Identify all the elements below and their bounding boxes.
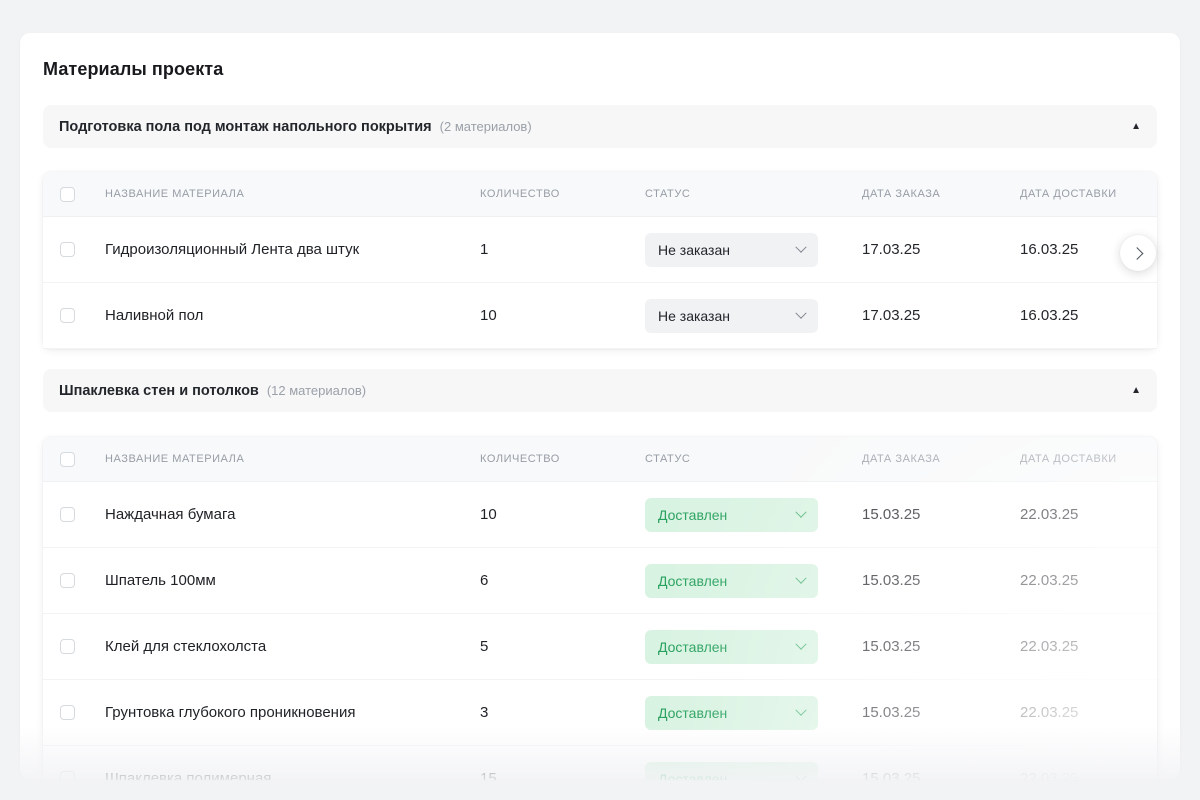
section-count: (2 материалов) (440, 119, 532, 134)
chevron-down-icon (795, 241, 806, 252)
status-select[interactable]: Доставлен (645, 696, 818, 730)
status-value: Не заказан (658, 308, 730, 324)
chevron-down-icon (795, 506, 806, 517)
section-header-wall-putty[interactable]: Шпаклевка стен и потолков (12 материалов… (43, 369, 1157, 412)
table-row: Клей для стеклохолста 5 Доставлен 15.03.… (43, 614, 1157, 680)
table-row: Наждачная бумага 10 Доставлен 15.03.25 2… (43, 482, 1157, 548)
column-header-delivery-date: ДАТА ДОСТАВКИ (1020, 188, 1157, 200)
chevron-down-icon (795, 572, 806, 583)
section-title: Шпаклевка стен и потолков (59, 383, 259, 399)
column-header-name: НАЗВАНИЕ МАТЕРИАЛА (105, 188, 480, 200)
row-checkbox[interactable] (60, 771, 75, 780)
chevron-down-icon (795, 638, 806, 649)
material-name: Шпаклевка полимерная (105, 770, 480, 780)
table-header-row: НАЗВАНИЕ МАТЕРИАЛА КОЛИЧЕСТВО СТАТУС ДАТ… (43, 437, 1157, 482)
delivery-date: 22.03.25 (1020, 572, 1157, 589)
material-quantity: 10 (480, 506, 645, 523)
material-quantity: 15 (480, 770, 645, 780)
chevron-down-icon (795, 770, 806, 780)
material-name: Шпатель 100мм (105, 572, 480, 589)
delivery-date: 22.03.25 (1020, 770, 1157, 780)
row-checkbox[interactable] (60, 507, 75, 522)
order-date: 15.03.25 (862, 506, 1020, 523)
row-checkbox[interactable] (60, 242, 75, 257)
table-row: Шпаклевка полимерная 15 Доставлен 15.03.… (43, 746, 1157, 780)
column-header-order-date: ДАТА ЗАКАЗА (862, 453, 1020, 465)
material-name: Клей для стеклохолста (105, 638, 480, 655)
page-title: Материалы проекта (43, 59, 1157, 80)
column-header-delivery-date: ДАТА ДОСТАВКИ (1020, 453, 1157, 465)
status-select[interactable]: Доставлен (645, 498, 818, 532)
chevron-down-icon (795, 307, 806, 318)
materials-table-floor-prep: НАЗВАНИЕ МАТЕРИАЛА КОЛИЧЕСТВО СТАТУС ДАТ… (43, 172, 1157, 349)
table-row: Грунтовка глубокого проникновения 3 Дост… (43, 680, 1157, 746)
material-quantity: 10 (480, 307, 645, 324)
row-checkbox[interactable] (60, 705, 75, 720)
material-name: Наждачная бумага (105, 506, 480, 523)
material-name: Гидроизоляционный Лента два штук (105, 241, 480, 258)
status-value: Доставлен (658, 639, 727, 655)
material-quantity: 1 (480, 241, 645, 258)
section-header-floor-prep[interactable]: Подготовка пола под монтаж напольного по… (43, 105, 1157, 148)
delivery-date: 22.03.25 (1020, 704, 1157, 721)
select-all-checkbox[interactable] (60, 452, 75, 467)
chevron-down-icon (795, 704, 806, 715)
row-checkbox[interactable] (60, 573, 75, 588)
order-date: 15.03.25 (862, 572, 1020, 589)
status-value: Доставлен (658, 507, 727, 523)
section-count: (12 материалов) (267, 383, 366, 398)
delivery-date: 22.03.25 (1020, 506, 1157, 523)
column-header-status: СТАТУС (645, 188, 862, 200)
material-name: Грунтовка глубокого проникновения (105, 704, 480, 721)
material-name: Наливной пол (105, 307, 480, 324)
table-row: Наливной пол 10 Не заказан 17.03.25 16.0… (43, 283, 1157, 349)
column-header-order-date: ДАТА ЗАКАЗА (862, 188, 1020, 200)
column-header-quantity: КОЛИЧЕСТВО (480, 188, 645, 200)
column-header-quantity: КОЛИЧЕСТВО (480, 453, 645, 465)
status-select[interactable]: Доставлен (645, 564, 818, 598)
order-date: 15.03.25 (862, 704, 1020, 721)
row-checkbox[interactable] (60, 308, 75, 323)
table-header-row: НАЗВАНИЕ МАТЕРИАЛА КОЛИЧЕСТВО СТАТУС ДАТ… (43, 172, 1157, 217)
status-select[interactable]: Не заказан (645, 299, 818, 333)
material-quantity: 6 (480, 572, 645, 589)
order-date: 17.03.25 (862, 241, 1020, 258)
delivery-date: 16.03.25 (1020, 307, 1157, 324)
materials-card: Материалы проекта Подготовка пола под мо… (20, 33, 1180, 780)
delivery-date: 22.03.25 (1020, 638, 1157, 655)
order-date: 15.03.25 (862, 638, 1020, 655)
scroll-right-button[interactable] (1120, 235, 1156, 271)
status-select[interactable]: Доставлен (645, 762, 818, 781)
column-header-name: НАЗВАНИЕ МАТЕРИАЛА (105, 453, 480, 465)
status-value: Доставлен (658, 573, 727, 589)
collapse-up-icon[interactable]: ▲ (1131, 122, 1141, 132)
order-date: 17.03.25 (862, 307, 1020, 324)
status-value: Доставлен (658, 771, 727, 781)
status-value: Не заказан (658, 242, 730, 258)
status-select[interactable]: Доставлен (645, 630, 818, 664)
material-quantity: 5 (480, 638, 645, 655)
page-background: Материалы проекта Подготовка пола под мо… (0, 0, 1200, 800)
status-select[interactable]: Не заказан (645, 233, 818, 267)
materials-table-wall-putty: НАЗВАНИЕ МАТЕРИАЛА КОЛИЧЕСТВО СТАТУС ДАТ… (43, 437, 1157, 780)
chevron-right-icon (1130, 247, 1143, 260)
table-row: Гидроизоляционный Лента два штук 1 Не за… (43, 217, 1157, 283)
status-value: Доставлен (658, 705, 727, 721)
order-date: 15.03.25 (862, 770, 1020, 780)
column-header-status: СТАТУС (645, 453, 862, 465)
select-all-checkbox[interactable] (60, 187, 75, 202)
collapse-up-icon[interactable]: ▲ (1131, 386, 1141, 396)
row-checkbox[interactable] (60, 639, 75, 654)
section-title: Подготовка пола под монтаж напольного по… (59, 119, 432, 135)
material-quantity: 3 (480, 704, 645, 721)
table-row: Шпатель 100мм 6 Доставлен 15.03.25 22.03… (43, 548, 1157, 614)
